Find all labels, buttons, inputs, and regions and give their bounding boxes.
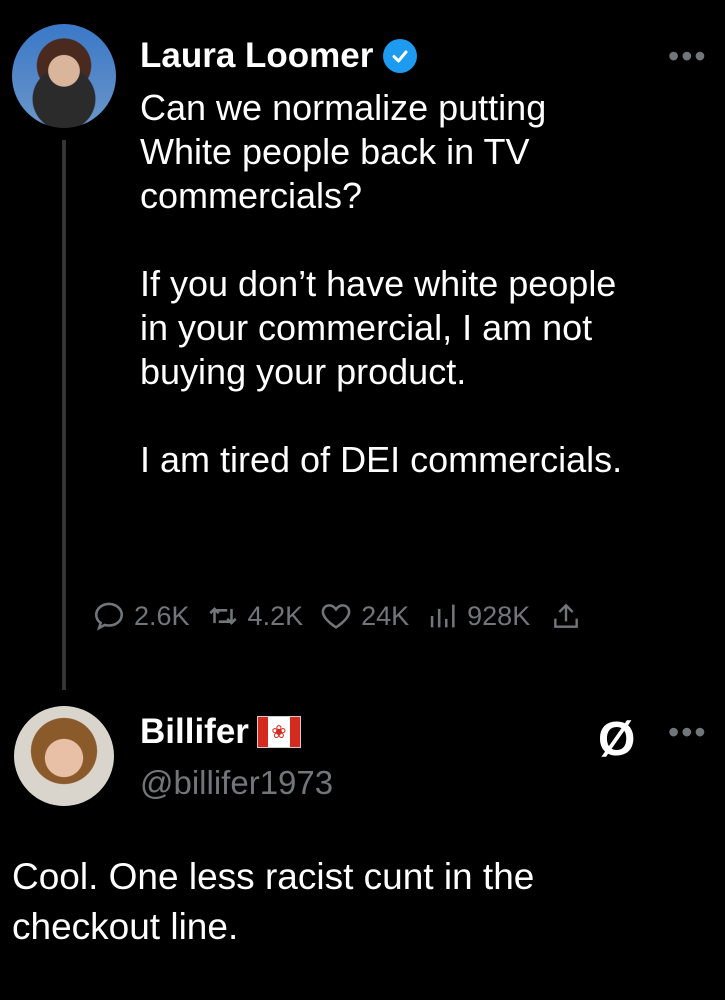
reply-line: checkout line. [12,906,239,947]
author-name-row[interactable]: Laura Loomer [140,36,418,76]
reply-count: 2.6K [134,600,190,631]
author-name-row[interactable]: Billifer ❀ [140,712,301,752]
views-button[interactable]: 928K [425,599,530,633]
more-options-icon[interactable]: ••• [668,38,708,75]
verified-badge-icon [383,39,418,73]
views-chart-icon [430,604,455,628]
more-options-icon[interactable]: ••• [668,714,708,751]
thread-connector-line [62,140,66,690]
repost-icon [208,607,237,625]
post-text: Can we normalize putting White people ba… [140,86,710,482]
reply-text: Cool. One less racist cunt in the checko… [12,852,712,952]
share-button[interactable] [550,600,582,632]
like-button[interactable]: 24K [319,599,409,633]
post-line: in your commercial, I am not [140,307,593,348]
repost-count: 4.2K [247,600,304,631]
view-count: 928K [467,600,531,631]
heart-icon [321,604,351,629]
post-line: If you don’t have white people [140,263,617,304]
post-line: buying your product. [140,351,467,392]
post-line: commercials? [140,175,363,216]
share-icon [554,603,579,628]
canada-flag-icon: ❀ [256,716,301,748]
repost-button[interactable]: 4.2K [206,599,304,633]
avatar[interactable] [12,24,116,128]
engagement-bar: 2.6K 4.2K 24K 928K [92,594,598,638]
avatar[interactable] [14,706,114,806]
author-name[interactable]: Billifer [140,712,249,752]
reply-line: Cool. One less racist cunt in the [12,856,535,897]
reply-icon [94,602,124,631]
like-count: 24K [361,600,410,631]
author-handle[interactable]: @billifer1973 [140,764,333,802]
reply-button[interactable]: 2.6K [92,599,190,633]
post-line: White people back in TV [140,131,530,172]
post-line: Can we normalize putting [140,87,547,128]
grok-icon[interactable]: Ø [598,712,635,767]
author-name[interactable]: Laura Loomer [140,36,373,76]
post-line: I am tired of DEI commercials. [140,439,623,480]
